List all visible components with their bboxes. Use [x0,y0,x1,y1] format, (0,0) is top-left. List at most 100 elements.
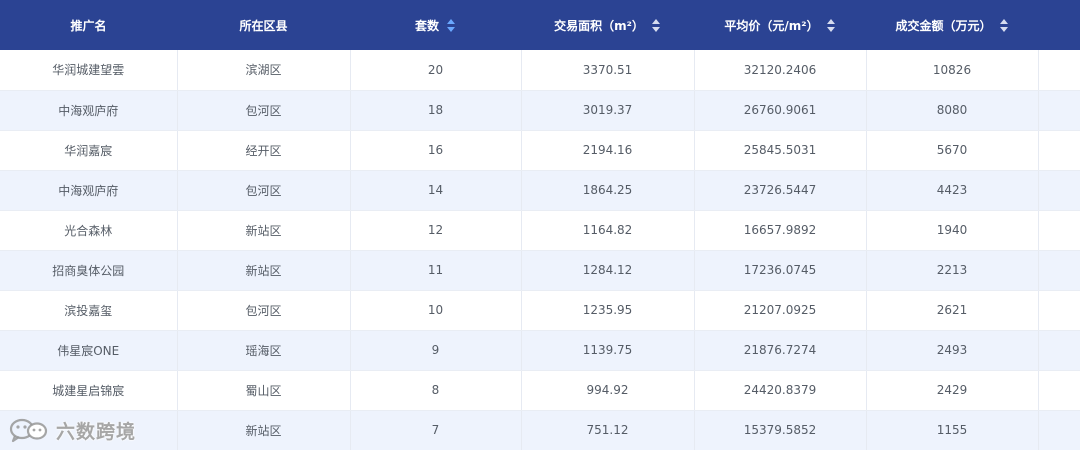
cell-amount: 2429 [866,370,1039,411]
cell-project-name: 招商臭体公园 [0,250,178,291]
table-row: 中海观庐府 包河区 14 1864.25 23726.5447 4423 [0,170,1080,211]
sales-table: 推广名 所在区县 套数 交易面积（m²） 平均价（元/m²） 成交金额（万元） 华润城建望… [0,0,1080,450]
cell-spacer [1038,170,1080,211]
cell-amount: 2493 [866,330,1039,371]
cell-project-name: 华润嘉宸 [0,130,178,171]
cell-amount: 1940 [866,210,1039,251]
cell-amount: 5670 [866,130,1039,171]
table-row: 滨投嘉玺 包河区 10 1235.95 21207.0925 2621 [0,290,1080,331]
column-header-avg-price[interactable]: 平均价（元/m²） [694,0,866,50]
cell-amount: 8080 [866,90,1039,131]
column-header-label: 交易面积（m²） [554,18,644,33]
cell-avg-price: 25845.5031 [694,130,867,171]
cell-area: 1164.82 [521,210,695,251]
column-header-label: 推广名 [70,18,107,33]
cell-units: 14 [350,170,522,211]
cell-spacer [1038,290,1080,331]
column-header-label: 套数 [414,18,439,33]
cell-units: 12 [350,210,522,251]
cell-district: 包河区 [177,170,351,211]
sort-icon[interactable] [651,18,661,32]
cell-spacer [1038,410,1080,450]
table-row: 中海观庐府 包河区 18 3019.37 26760.9061 8080 [0,90,1080,131]
cell-spacer [1038,370,1080,411]
cell-amount: 1155 [866,410,1039,450]
sort-icon[interactable] [999,18,1009,32]
cell-units: 7 [350,410,522,450]
cell-avg-price: 24420.8379 [694,370,867,411]
cell-amount: 2213 [866,250,1039,291]
cell-district: 包河区 [177,90,351,131]
header-row: 推广名 所在区县 套数 交易面积（m²） 平均价（元/m²） 成交金额（万元） [0,0,1080,50]
cell-amount: 4423 [866,170,1039,211]
table-header: 推广名 所在区县 套数 交易面积（m²） 平均价（元/m²） 成交金额（万元） [0,0,1080,50]
column-header-project-name: 推广名 [0,0,177,50]
table-row: 华润城建望雲 滨湖区 20 3370.51 32120.2406 10826 [0,50,1080,91]
cell-area: 751.12 [521,410,695,450]
wechat-logo-icon [9,418,48,443]
cell-project-name: 滨投嘉玺 [0,290,178,331]
cell-units: 9 [350,330,522,371]
cell-units: 16 [350,130,522,171]
watermark-text: 六数跨境 [56,420,137,443]
cell-project-name: 伟星宸ONE [0,330,178,371]
cell-spacer [1038,50,1080,91]
cell-avg-price: 16657.9892 [694,210,867,251]
cell-project-name: 城建星启锦宸 [0,370,178,411]
cell-area: 994.92 [521,370,695,411]
cell-avg-price: 21207.0925 [694,290,867,331]
data-table-page: 推广名 所在区县 套数 交易面积（m²） 平均价（元/m²） 成交金额（万元） 华润城建望… [0,0,1080,450]
cell-area: 2194.16 [521,130,695,171]
sort-icon[interactable] [826,18,836,32]
table-row: 新站区 7 751.12 15379.5852 1155 [0,410,1080,450]
cell-district: 滨湖区 [177,50,351,91]
cell-area: 1235.95 [521,290,695,331]
cell-district: 新站区 [177,410,351,450]
column-header-spacer [1038,0,1080,50]
column-header-units[interactable]: 套数 [350,0,521,50]
cell-units: 18 [350,90,522,131]
cell-area: 1284.12 [521,250,695,291]
cell-units: 11 [350,250,522,291]
cell-project-name: 光合森林 [0,210,178,251]
table-row: 光合森林 新站区 12 1164.82 16657.9892 1940 [0,210,1080,251]
cell-avg-price: 23726.5447 [694,170,867,211]
cell-spacer [1038,250,1080,291]
cell-units: 8 [350,370,522,411]
cell-units: 20 [350,50,522,91]
cell-district: 包河区 [177,290,351,331]
cell-spacer [1038,210,1080,251]
cell-avg-price: 21876.7274 [694,330,867,371]
cell-amount: 10826 [866,50,1039,91]
column-header-label: 平均价（元/m²） [724,18,819,33]
cell-avg-price: 32120.2406 [694,50,867,91]
cell-district: 新站区 [177,250,351,291]
cell-avg-price: 15379.5852 [694,410,867,450]
table-row: 华润嘉宸 经开区 16 2194.16 25845.5031 5670 [0,130,1080,171]
column-header-label: 所在区县 [239,18,288,33]
column-header-area[interactable]: 交易面积（m²） [521,0,694,50]
cell-area: 3370.51 [521,50,695,91]
cell-avg-price: 26760.9061 [694,90,867,131]
cell-units: 10 [350,290,522,331]
sort-icon[interactable] [447,18,456,32]
cell-area: 1864.25 [521,170,695,211]
table-body: 华润城建望雲 滨湖区 20 3370.51 32120.2406 10826 中海观庐府 包河… [0,50,1080,450]
cell-spacer [1038,90,1080,131]
table-row: 招商臭体公园 新站区 11 1284.12 17236.0745 2213 [0,250,1080,291]
table-row: 城建星启锦宸 蜀山区 8 994.92 24420.8379 2429 [0,370,1080,411]
cell-area: 3019.37 [521,90,695,131]
cell-district: 新站区 [177,210,351,251]
cell-spacer [1038,130,1080,171]
cell-spacer [1038,330,1080,371]
cell-avg-price: 17236.0745 [694,250,867,291]
column-header-amount[interactable]: 成交金额（万元） [866,0,1038,50]
cell-district: 经开区 [177,130,351,171]
cell-area: 1139.75 [521,330,695,371]
table-row: 伟星宸ONE 瑶海区 9 1139.75 21876.7274 2493 [0,330,1080,371]
cell-project-name: 华润城建望雲 [0,50,178,91]
cell-district: 瑶海区 [177,330,351,371]
watermark: 六数跨境 [8,416,136,444]
column-header-label: 成交金额（万元） [895,18,992,33]
cell-project-name: 中海观庐府 [0,90,178,131]
